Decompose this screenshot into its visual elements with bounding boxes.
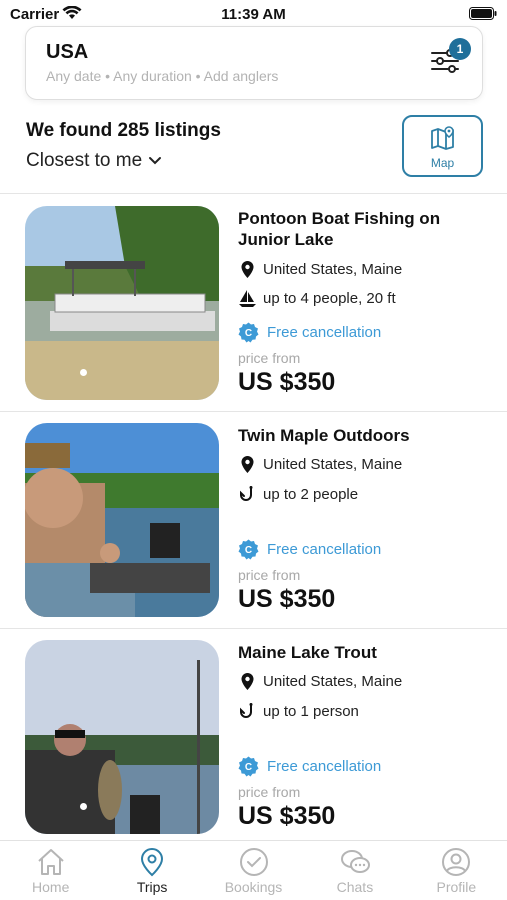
- fishing-hook-icon: [240, 703, 253, 718]
- carousel-dot: [80, 369, 87, 376]
- price-from-label: price from: [238, 567, 301, 583]
- map-icon: [430, 126, 454, 150]
- tab-profile[interactable]: Profile: [406, 841, 507, 900]
- sort-dropdown[interactable]: Closest to me: [26, 150, 162, 172]
- filter-count-badge: 1: [449, 38, 471, 60]
- capacity-text: up to 1 person: [263, 703, 359, 720]
- cancellation-badge-icon: C: [238, 322, 259, 343]
- battery-icon: [469, 7, 497, 20]
- location-pin-icon: [241, 673, 254, 690]
- listing-capacity: up to 2 people: [238, 485, 358, 504]
- tab-trips[interactable]: Trips: [101, 841, 202, 900]
- status-bar: Carrier 11:39 AM: [0, 0, 507, 28]
- search-location: USA: [46, 41, 89, 63]
- tab-home[interactable]: Home: [0, 841, 101, 900]
- listing-card[interactable]: Twin Maple Outdoors United States, Maine…: [0, 411, 507, 628]
- listing-capacity: up to 4 people, 20 ft: [238, 289, 396, 308]
- listing-title[interactable]: Twin Maple Outdoors: [238, 425, 478, 446]
- cancellation-text: Free cancellation: [267, 324, 382, 341]
- capacity-text: up to 2 people: [263, 486, 359, 503]
- results-count: We found 285 listings: [26, 120, 221, 141]
- listing-location: United States, Maine: [238, 455, 402, 474]
- tab-label: Bookings: [224, 879, 283, 895]
- tab-label: Chats: [336, 879, 374, 895]
- tab-label: Trips: [136, 879, 168, 895]
- price-from-label: price from: [238, 784, 301, 800]
- listing-card[interactable]: Maine Lake Trout United States, Maine up…: [0, 628, 507, 845]
- listing-location: United States, Maine: [238, 260, 402, 279]
- cancellation-badge-icon: C: [238, 539, 259, 560]
- tab-label: Profile: [436, 879, 477, 895]
- location-pin-icon: [141, 847, 164, 877]
- free-cancellation: C Free cancellation: [238, 322, 381, 343]
- tab-bookings[interactable]: Bookings: [203, 841, 304, 900]
- check-circle-icon: [239, 848, 268, 876]
- home-icon: [38, 849, 64, 875]
- location-text: United States, Maine: [263, 673, 403, 690]
- listing-title[interactable]: Pontoon Boat Fishing on Junior Lake: [238, 208, 478, 250]
- clock: 11:39 AM: [221, 6, 286, 23]
- listing-price: US $350: [238, 368, 336, 396]
- map-button[interactable]: Map: [402, 115, 483, 177]
- listing-card[interactable]: Pontoon Boat Fishing on Junior Lake Unit…: [0, 194, 507, 411]
- listing-price: US $350: [238, 585, 336, 613]
- sort-label: Closest to me: [26, 150, 143, 171]
- location-text: United States, Maine: [263, 456, 403, 473]
- tab-label: Home: [32, 879, 70, 895]
- sailboat-icon: [239, 290, 256, 307]
- listing-photo[interactable]: [25, 640, 219, 834]
- listing-location: United States, Maine: [238, 672, 402, 691]
- chevron-down-icon: [149, 157, 162, 165]
- capacity-text: up to 4 people, 20 ft: [263, 290, 396, 307]
- location-pin-icon: [241, 261, 254, 278]
- tab-bar: Home Trips Bookings Chats Profile: [0, 840, 507, 900]
- listing-photo[interactable]: [25, 206, 219, 400]
- svg-text:C: C: [245, 762, 252, 773]
- cancellation-text: Free cancellation: [267, 541, 382, 558]
- free-cancellation: C Free cancellation: [238, 756, 381, 777]
- listing-photo[interactable]: [25, 423, 219, 617]
- listing-capacity: up to 1 person: [238, 702, 359, 721]
- price-from-label: price from: [238, 350, 301, 366]
- fishing-hook-icon: [240, 486, 253, 501]
- user-circle-icon: [442, 848, 471, 876]
- listing-title[interactable]: Maine Lake Trout: [238, 642, 478, 663]
- chat-bubbles-icon: [340, 850, 370, 873]
- carousel-dot: [80, 803, 87, 810]
- svg-text:C: C: [245, 545, 252, 556]
- map-label: Map: [430, 156, 455, 170]
- search-card[interactable]: USA Any date • Any duration • Add angler…: [25, 26, 483, 100]
- cancellation-text: Free cancellation: [267, 758, 382, 775]
- listing-price: US $350: [238, 802, 336, 830]
- location-text: United States, Maine: [263, 261, 403, 278]
- svg-text:C: C: [245, 328, 252, 339]
- location-pin-icon: [241, 456, 254, 473]
- free-cancellation: C Free cancellation: [238, 539, 381, 560]
- tab-chats[interactable]: Chats: [304, 841, 405, 900]
- search-criteria: Any date • Any duration • Add anglers: [46, 68, 279, 84]
- cancellation-badge-icon: C: [238, 756, 259, 777]
